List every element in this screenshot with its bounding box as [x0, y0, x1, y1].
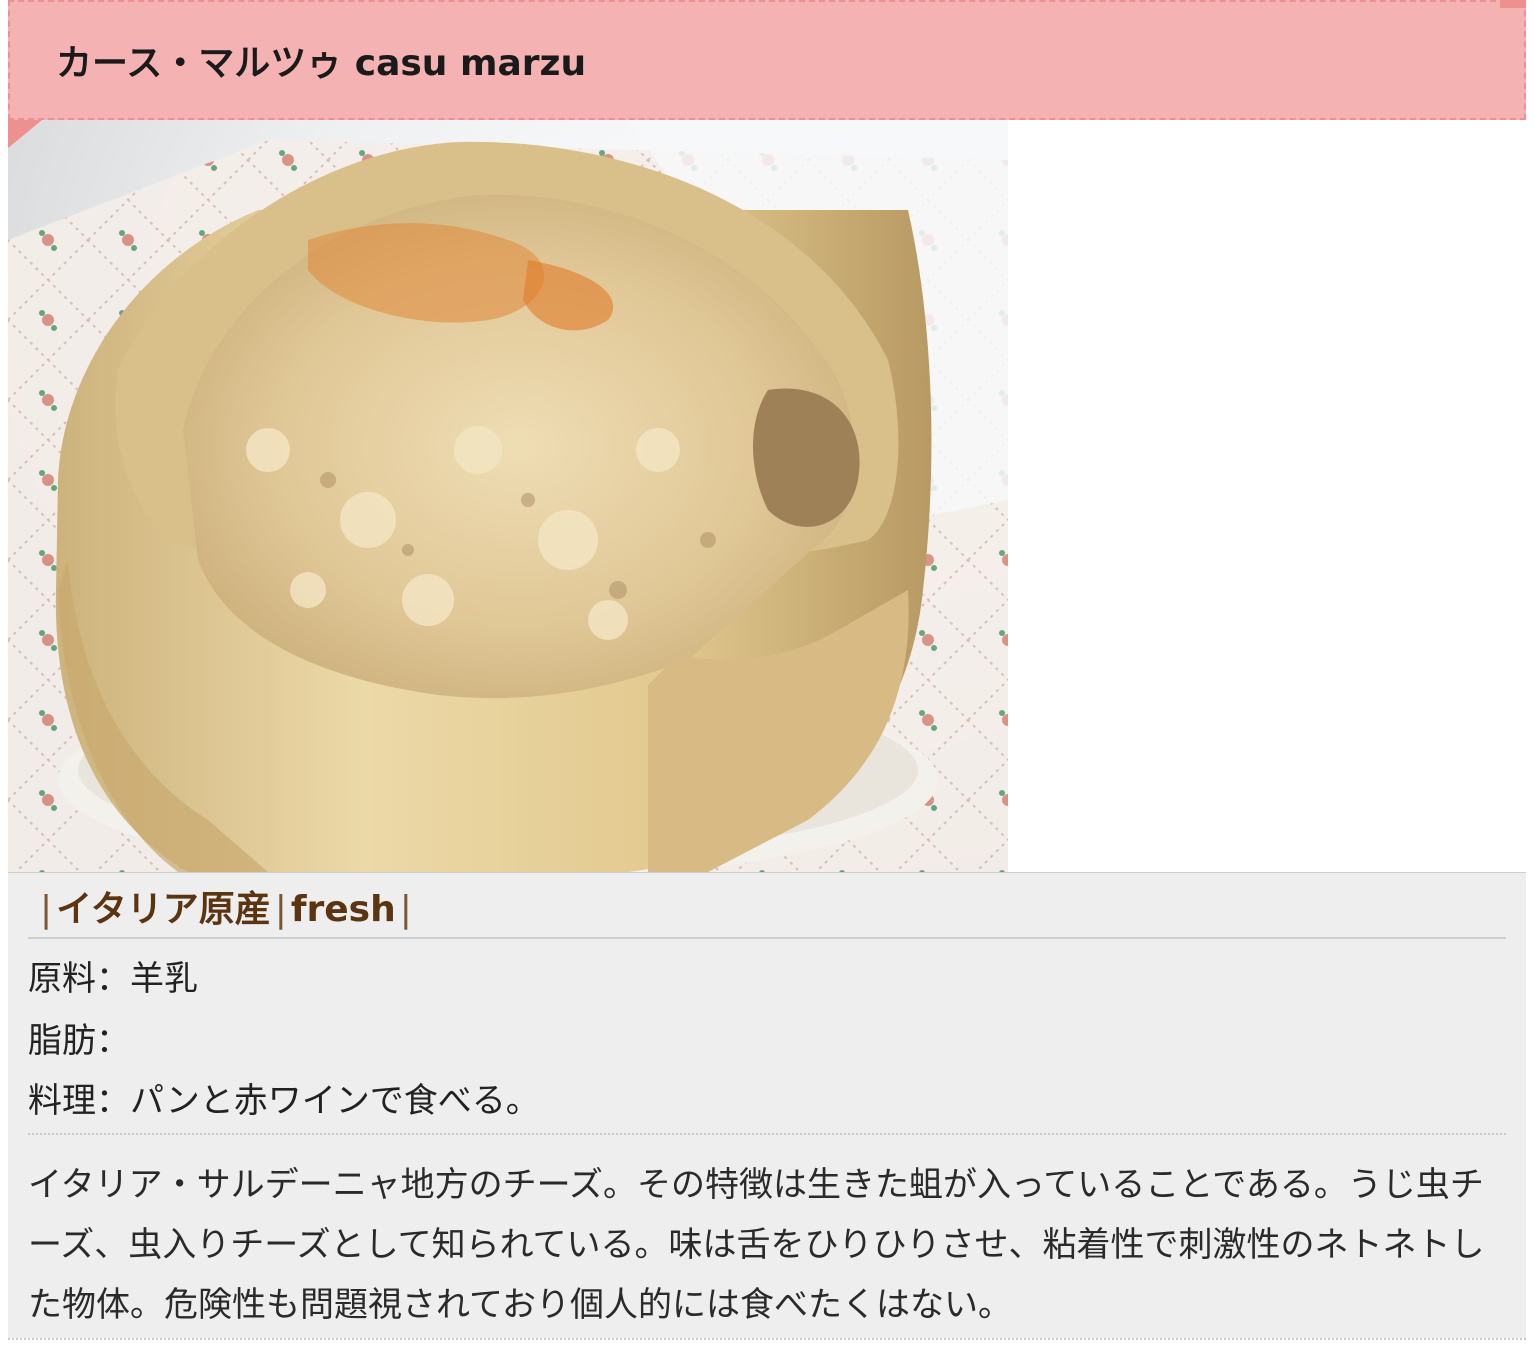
spec-ingredient: 原料：羊乳 — [28, 959, 198, 999]
tag-origin: イタリア原産 — [56, 889, 271, 930]
tag-separator: | — [274, 889, 287, 930]
cheese-info-panel: | イタリア原産 | fresh | 原料：羊乳 脂肪： 料理：パンと赤ワインで食べる。… — [8, 872, 1526, 1338]
cheese-photo — [8, 120, 1008, 872]
spec-fat: 脂肪： — [28, 1021, 130, 1061]
tag-type: fresh — [290, 889, 396, 930]
tagline-divider — [28, 937, 1506, 939]
cheese-description: イタリア・サルデーニャ地方のチーズ。その特徴は生きた蛆が入っていることである。う… — [28, 1165, 1485, 1325]
tag-separator: | — [399, 889, 412, 930]
cheese-tagline: | イタリア原産 | fresh | — [36, 883, 416, 937]
spec-serving: 料理：パンと赤ワインで食べる。 — [28, 1081, 540, 1121]
panel-bottom-divider — [8, 1338, 1526, 1340]
cheese-heading-box: カース・マルツゥ casu marzu — [8, 0, 1526, 120]
heading-tab-accent — [8, 120, 42, 148]
heading-corner-accent — [1500, 0, 1526, 8]
cheese-photo-illustration — [8, 120, 1008, 872]
specs-divider — [28, 1133, 1506, 1135]
cheese-title: カース・マルツゥ casu marzu — [56, 43, 587, 84]
tag-separator: | — [40, 889, 53, 930]
